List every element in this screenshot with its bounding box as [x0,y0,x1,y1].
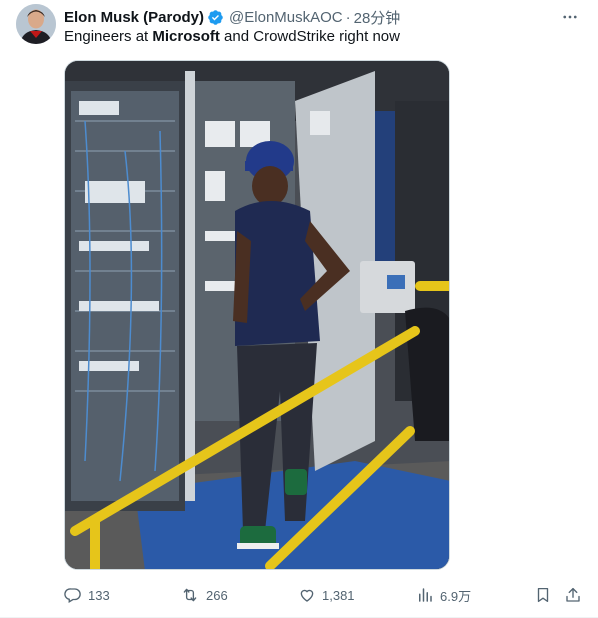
reply-icon [64,588,81,603]
reply-count: 133 [88,587,110,603]
like-button[interactable]: 1,381 [298,586,355,604]
views-button[interactable]: 6.9万 [416,586,471,605]
display-name[interactable]: Elon Musk (Parody) [64,9,204,26]
avatar-image [16,4,56,44]
like-count: 1,381 [322,587,355,603]
separator-dot: · [345,8,351,26]
share-icon [566,587,580,602]
like-icon [300,589,314,602]
share-button[interactable] [564,586,588,604]
more-options-icon[interactable] [560,8,580,26]
tweet-photo[interactable] [64,60,450,570]
avatar[interactable] [16,4,56,44]
timestamp[interactable]: 28分钟 [354,7,401,28]
tweet-text-part-2: and CrowdStrike right now [219,28,400,45]
tweet-text-part-1: Engineers at [64,28,153,45]
verified-badge-icon [207,9,224,26]
bookmark-button[interactable] [534,586,558,604]
repost-count: 266 [206,587,228,603]
reply-button[interactable]: 133 [64,586,110,604]
views-count: 6.9万 [440,588,472,604]
user-handle[interactable]: @ElonMuskAOC [229,9,343,26]
bookmark-icon [537,587,549,603]
tweet-header: Elon Musk (Parody) @ElonMuskAOC · 28分钟 [64,7,558,27]
photo-server-room [65,61,449,569]
tweet-text: Engineers at Microsoft and CrowdStrike r… [64,28,400,45]
views-icon [419,588,432,602]
repost-icon [183,588,197,602]
tweet-text-bold: Microsoft [152,28,220,45]
repost-button[interactable]: 266 [180,586,228,604]
tweet-actions: 133 266 1,381 6.9万 [64,584,588,606]
